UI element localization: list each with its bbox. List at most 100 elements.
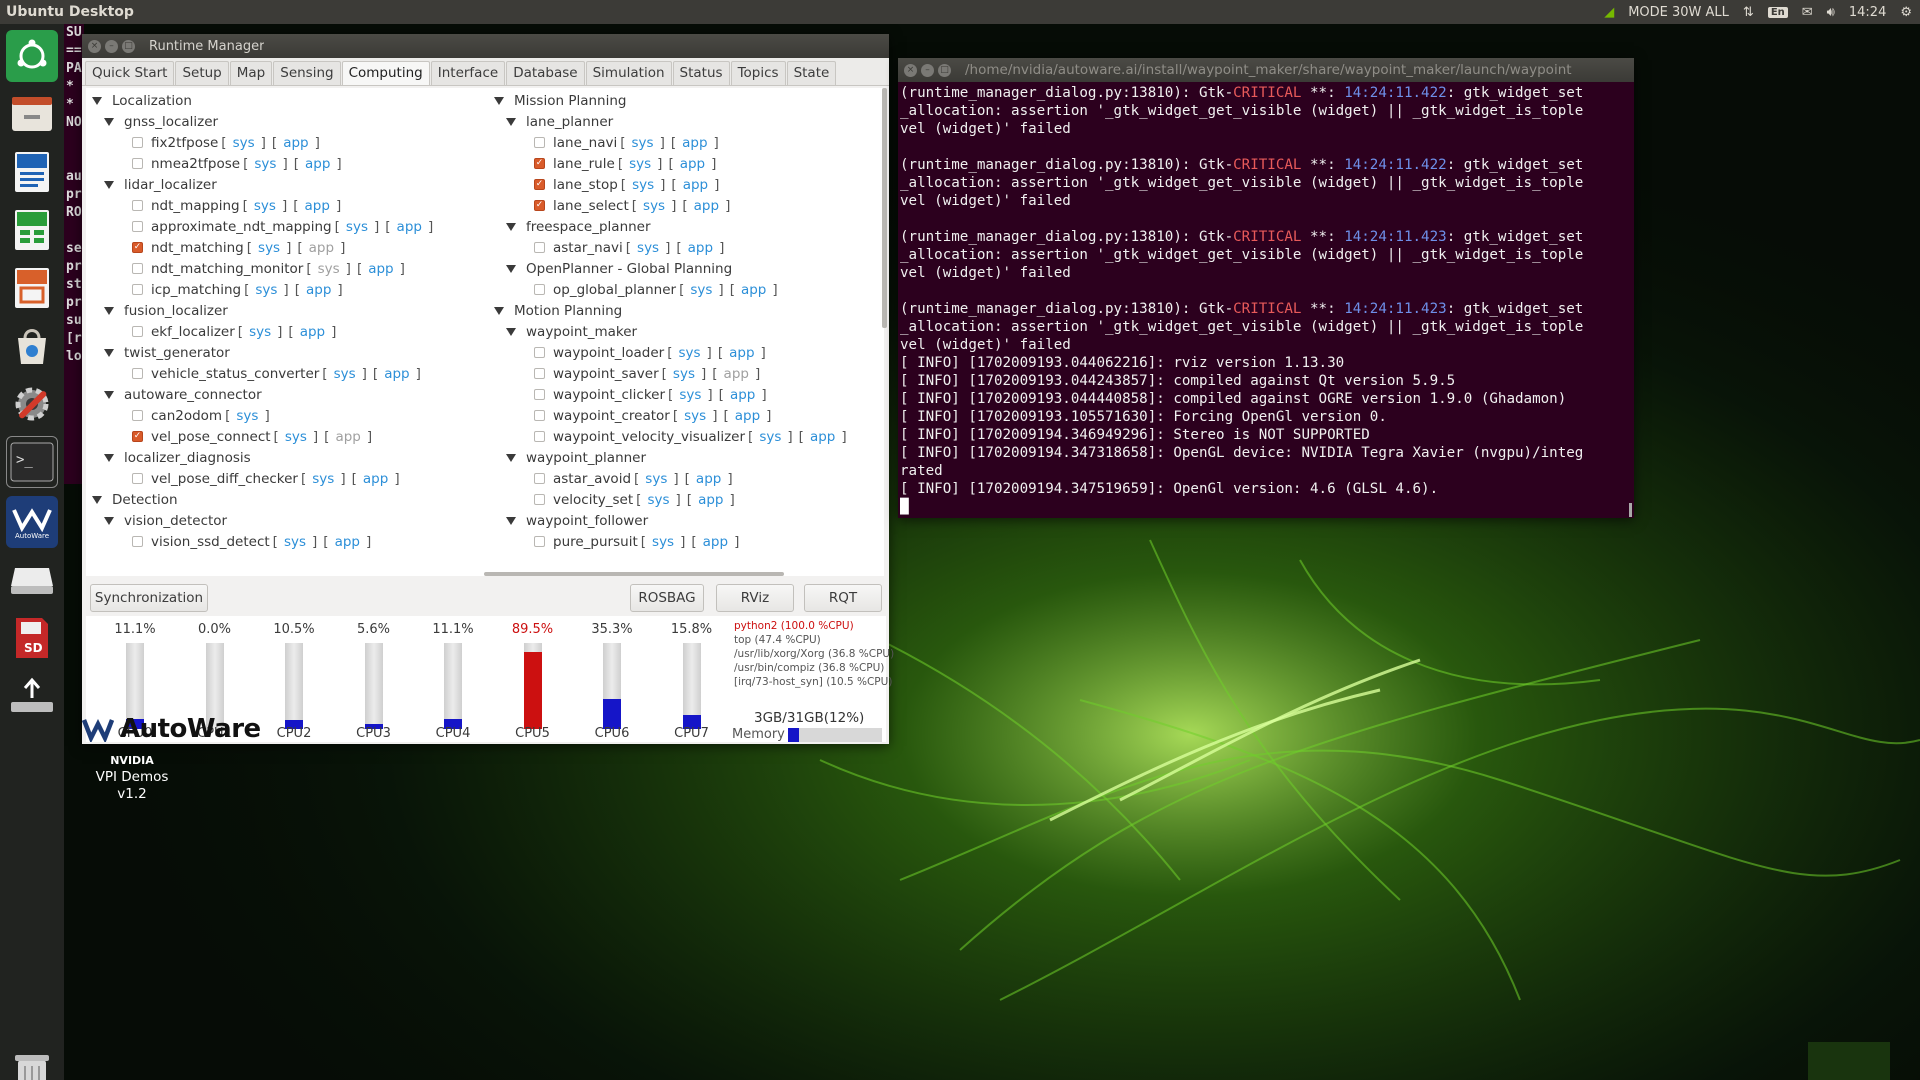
sys-link[interactable]: sys <box>252 282 280 298</box>
sys-link[interactable]: sys <box>281 534 309 550</box>
node-checkbox[interactable] <box>534 242 545 253</box>
app-link[interactable]: app <box>727 387 758 403</box>
sys-link[interactable]: sys <box>251 156 279 172</box>
sys-link[interactable]: sys <box>649 534 677 550</box>
maximize-icon[interactable]: □ <box>938 63 951 77</box>
terminal-scrollbar[interactable] <box>1629 503 1632 517</box>
tab-map[interactable]: Map <box>229 61 273 85</box>
expander-arrow-icon[interactable] <box>506 222 516 231</box>
app-link[interactable]: app <box>695 492 726 508</box>
expander-arrow-icon[interactable] <box>92 96 102 105</box>
node-checkbox[interactable]: ✓ <box>132 431 143 442</box>
expander-arrow-icon[interactable] <box>506 264 516 273</box>
app-link[interactable]: app <box>691 198 722 214</box>
sys-link[interactable]: sys <box>640 198 668 214</box>
sys-link[interactable]: sys <box>634 240 662 256</box>
sys-link[interactable]: sys <box>681 408 709 424</box>
tree-group[interactable]: autoware_connector <box>92 384 436 405</box>
files-icon[interactable] <box>6 88 58 140</box>
app-link[interactable]: app <box>381 366 412 382</box>
sys-link[interactable]: sys <box>629 177 657 193</box>
software-center-icon[interactable] <box>6 320 58 372</box>
node-checkbox[interactable]: ✓ <box>132 242 143 253</box>
trash-icon[interactable] <box>6 1048 58 1080</box>
calc-icon[interactable] <box>6 204 58 256</box>
drive-icon[interactable] <box>6 554 58 606</box>
sys-link[interactable]: sys <box>675 345 703 361</box>
network-icon[interactable]: ⇅ <box>1743 5 1754 20</box>
app-link[interactable]: app <box>332 534 363 550</box>
tab-simulation[interactable]: Simulation <box>585 61 672 85</box>
node-checkbox[interactable]: ✓ <box>534 179 545 190</box>
sys-link[interactable]: sys <box>230 135 258 151</box>
power-mode[interactable]: MODE 30W ALL <box>1628 5 1729 20</box>
app-link[interactable]: app <box>685 240 716 256</box>
sys-link[interactable]: sys <box>756 429 784 445</box>
rosbag-button[interactable]: ROSBAG <box>630 584 704 612</box>
sys-link[interactable]: sys <box>343 219 371 235</box>
node-checkbox[interactable] <box>132 200 143 211</box>
tab-state[interactable]: State <box>786 61 837 85</box>
expander-arrow-icon[interactable] <box>104 180 114 189</box>
rviz-button[interactable]: RViz <box>716 584 794 612</box>
expander-arrow-icon[interactable] <box>92 495 102 504</box>
node-checkbox[interactable] <box>132 326 143 337</box>
app-link[interactable]: app <box>679 135 710 151</box>
app-link[interactable]: app <box>693 471 724 487</box>
app-link[interactable]: app <box>677 156 708 172</box>
app-link[interactable]: app <box>365 261 396 277</box>
expander-arrow-icon[interactable] <box>494 306 504 315</box>
runtime-manager-titlebar[interactable]: × – □ Runtime Manager <box>82 34 889 58</box>
synchronization-button[interactable]: Synchronization <box>90 584 208 612</box>
tree-group[interactable]: Mission Planning <box>494 90 850 111</box>
ubuntu-home-icon[interactable] <box>6 30 58 82</box>
system-settings-icon[interactable] <box>6 378 58 430</box>
tab-database[interactable]: Database <box>506 61 585 85</box>
app-link[interactable]: app <box>726 345 757 361</box>
node-checkbox[interactable] <box>534 284 545 295</box>
sys-link[interactable]: sys <box>255 240 283 256</box>
sys-link[interactable]: sys <box>642 471 670 487</box>
minimize-icon[interactable]: – <box>921 63 934 77</box>
tree-group[interactable]: lane_planner <box>494 111 850 132</box>
node-checkbox[interactable] <box>534 389 545 400</box>
node-checkbox[interactable]: ✓ <box>534 158 545 169</box>
minimize-icon[interactable]: – <box>105 39 118 53</box>
expander-arrow-icon[interactable] <box>104 117 114 126</box>
tree-group[interactable]: waypoint_follower <box>494 510 850 531</box>
close-icon[interactable]: × <box>88 39 101 53</box>
node-checkbox[interactable] <box>534 494 545 505</box>
app-link[interactable]: app <box>807 429 838 445</box>
tab-sensing[interactable]: Sensing <box>273 61 341 85</box>
node-checkbox[interactable] <box>534 137 545 148</box>
sys-link[interactable]: sys <box>626 156 654 172</box>
app-link[interactable]: app <box>394 219 425 235</box>
maximize-icon[interactable]: □ <box>122 39 135 53</box>
rqt-button[interactable]: RQT <box>804 584 882 612</box>
sys-link[interactable]: sys <box>282 429 310 445</box>
expander-arrow-icon[interactable] <box>104 390 114 399</box>
tree-group[interactable]: gnss_localizer <box>92 111 436 132</box>
vpi-demos-desktop-icon[interactable]: NVIDIA VPI Demos v1.2 <box>82 752 182 803</box>
expander-arrow-icon[interactable] <box>506 117 516 126</box>
node-checkbox[interactable] <box>132 284 143 295</box>
tab-interface[interactable]: Interface <box>430 61 506 85</box>
app-link[interactable]: app <box>360 471 391 487</box>
tree-group[interactable]: Detection <box>92 489 436 510</box>
writer-icon[interactable] <box>6 146 58 198</box>
terminal-titlebar[interactable]: × – □ /home/nvidia/autoware.ai/install/w… <box>898 58 1634 82</box>
tree-group[interactable]: waypoint_planner <box>494 447 850 468</box>
horizontal-scrollbar[interactable] <box>484 572 784 576</box>
tab-computing[interactable]: Computing <box>341 61 430 85</box>
app-link[interactable]: app <box>738 282 769 298</box>
sys-link[interactable]: sys <box>676 387 704 403</box>
tab-quick-start[interactable]: Quick Start <box>85 61 175 85</box>
tree-group[interactable]: vision_detector <box>92 510 436 531</box>
tree-group[interactable]: OpenPlanner - Global Planning <box>494 258 850 279</box>
clock[interactable]: 14:24 <box>1849 5 1886 20</box>
node-checkbox[interactable] <box>132 158 143 169</box>
tree-group[interactable]: localizer_diagnosis <box>92 447 436 468</box>
close-icon[interactable]: × <box>904 63 917 77</box>
app-link[interactable]: app <box>732 408 763 424</box>
gear-icon[interactable]: ⚙ <box>1900 5 1912 20</box>
